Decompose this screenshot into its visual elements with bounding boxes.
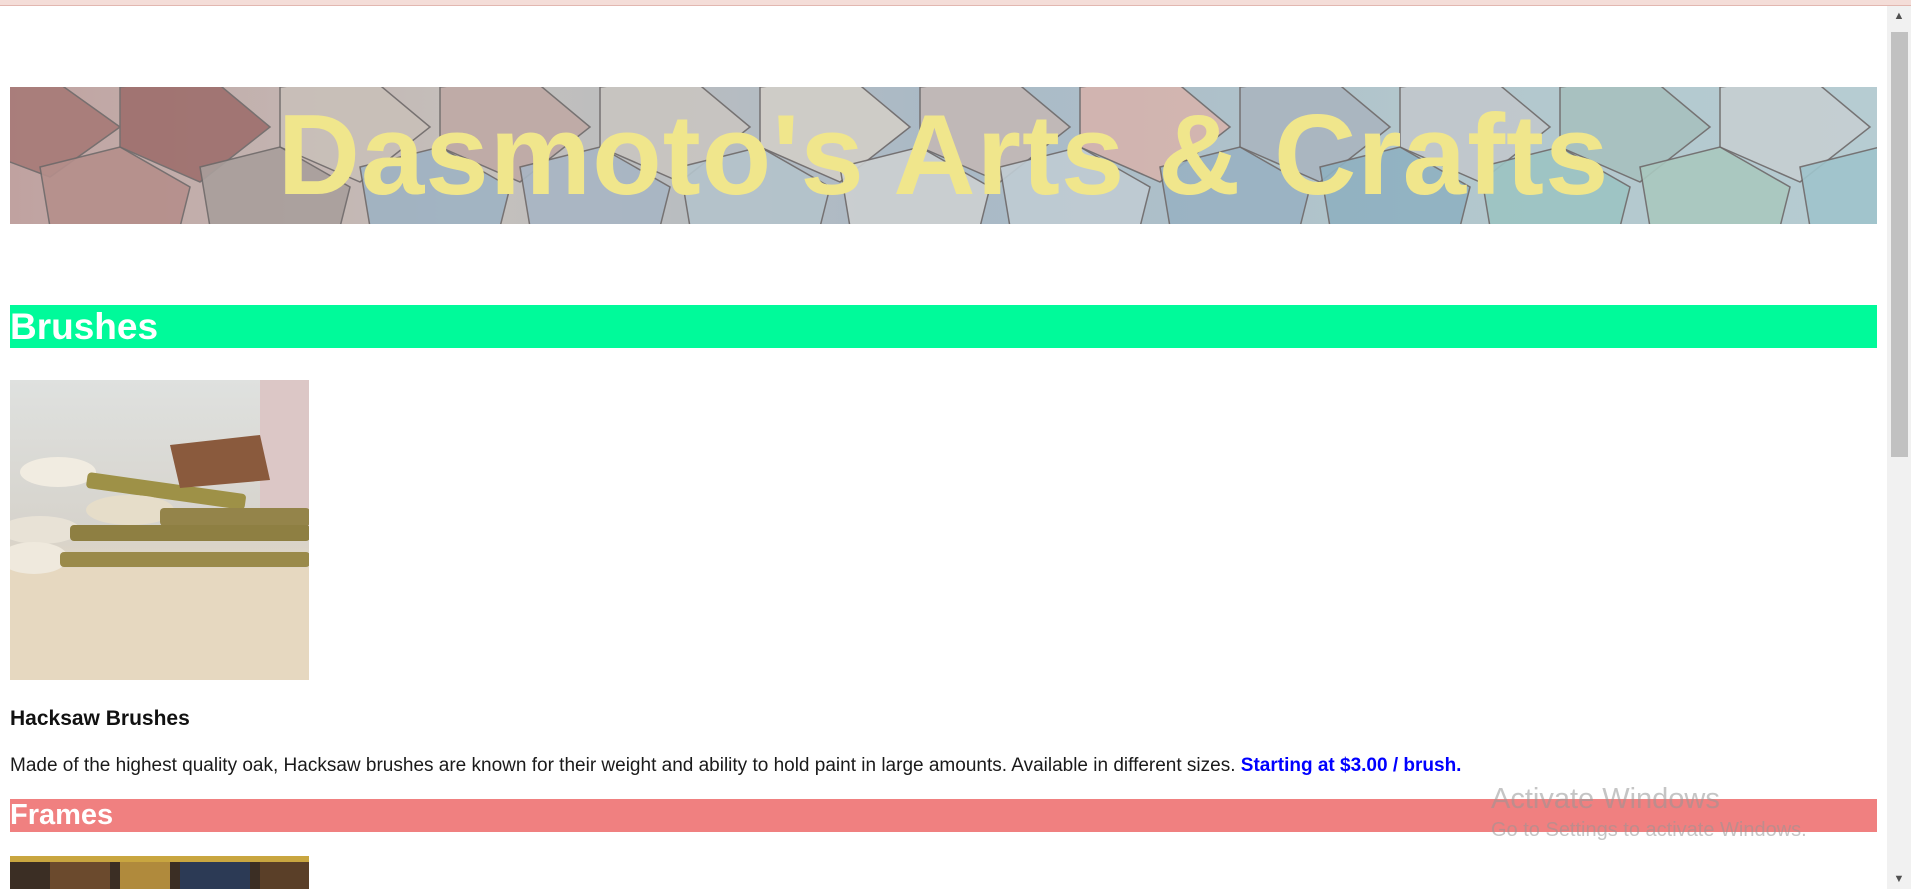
- watermark-title: Activate Windows: [1491, 783, 1720, 815]
- frames-product-image: [10, 856, 309, 889]
- scrollbar-thumb[interactable]: [1891, 32, 1908, 457]
- description-text: Made of the highest quality oak, Hacksaw…: [10, 755, 1241, 776]
- section-heading-brushes: Brushes: [10, 305, 1877, 348]
- product-description: Made of the highest quality oak, Hacksaw…: [10, 755, 1461, 777]
- header-banner: Dasmoto's Arts & Crafts: [10, 87, 1877, 224]
- page-viewport: Dasmoto's Arts & Crafts Brushes Hacksaw …: [0, 6, 1887, 889]
- vertical-scrollbar[interactable]: ▲ ▼: [1887, 6, 1911, 889]
- brushes-product-image: [10, 380, 309, 680]
- activate-windows-watermark: Activate Windows Go to Settings to activ…: [1491, 781, 1807, 843]
- scroll-down-arrow-icon[interactable]: ▼: [1887, 869, 1911, 889]
- scroll-up-arrow-icon[interactable]: ▲: [1887, 6, 1911, 26]
- product-name-hacksaw-brushes: Hacksaw Brushes: [10, 707, 190, 730]
- price-text: Starting at $3.00 / brush.: [1240, 755, 1462, 776]
- site-title: Dasmoto's Arts & Crafts: [277, 92, 1610, 219]
- watermark-subtitle: Go to Settings to activate Windows.: [1491, 819, 1807, 841]
